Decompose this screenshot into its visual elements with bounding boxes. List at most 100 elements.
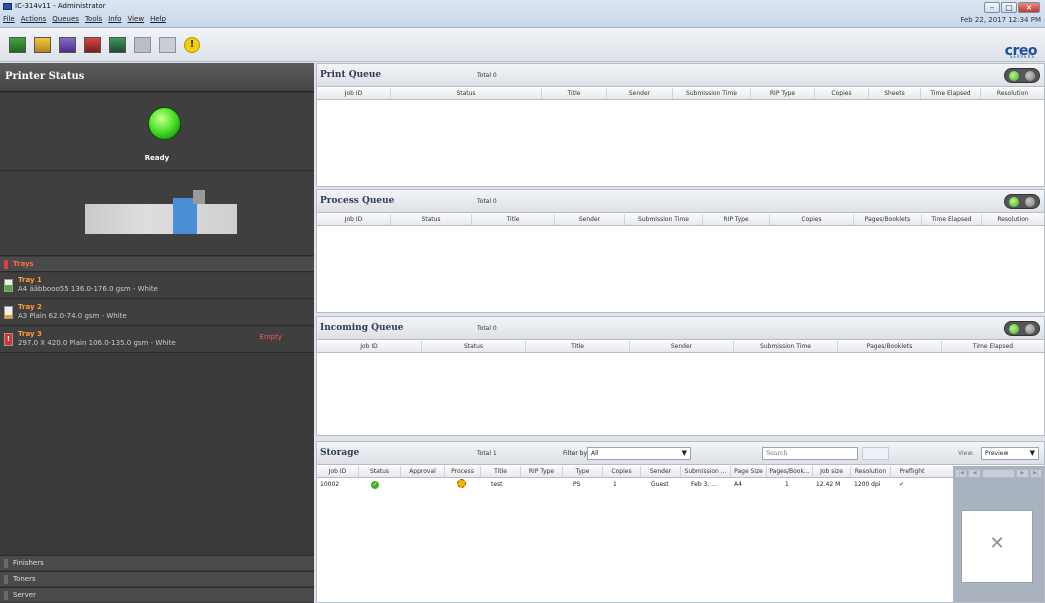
column-header[interactable]: Preflight xyxy=(891,466,933,477)
tray-item[interactable]: Tray 1 A4 ääbbooo55 136.0-176.0 gsm - Wh… xyxy=(0,273,314,299)
column-header[interactable]: Status xyxy=(391,88,542,99)
storage-icon[interactable] xyxy=(84,37,101,53)
datetime: Feb 22, 2017 12:34 PM xyxy=(960,16,1041,24)
search-input[interactable] xyxy=(762,447,858,460)
alert-icon[interactable]: ! xyxy=(184,37,200,53)
column-header[interactable]: Resolution xyxy=(982,214,1044,225)
column-header[interactable]: Job ID xyxy=(317,341,422,352)
column-header[interactable]: Job ID xyxy=(317,214,391,225)
column-header[interactable]: Sender xyxy=(641,466,681,477)
column-header[interactable]: Pages/Booklets xyxy=(838,341,942,352)
column-header[interactable]: Sender xyxy=(630,341,734,352)
column-header[interactable]: Pages/Book... xyxy=(767,466,813,477)
import-icon[interactable] xyxy=(9,37,26,53)
column-header[interactable]: RIP Type xyxy=(521,466,563,477)
ready-status-light-icon xyxy=(148,107,181,140)
maximize-button[interactable]: □ xyxy=(1001,2,1017,13)
finishers-section[interactable]: Finishers xyxy=(0,555,314,570)
view-select[interactable]: Preview ▼ xyxy=(981,447,1039,460)
menu-help[interactable]: Help xyxy=(150,15,166,23)
menu-file[interactable]: File xyxy=(3,15,15,23)
column-header[interactable]: Status xyxy=(359,466,401,477)
pause-icon xyxy=(1025,324,1035,334)
column-header[interactable]: Submission Time xyxy=(734,341,838,352)
printer-status-title: Printer Status xyxy=(5,71,85,82)
menu-info[interactable]: Info xyxy=(108,15,121,23)
column-header[interactable]: Title xyxy=(481,466,521,477)
server-label: Server xyxy=(13,591,36,599)
column-header[interactable]: Sender xyxy=(607,88,673,99)
column-header[interactable]: Job size xyxy=(813,466,851,477)
column-header[interactable]: Title xyxy=(472,214,555,225)
filter-select[interactable]: All ▼ xyxy=(587,447,691,460)
column-header[interactable]: Time Elapsed xyxy=(942,341,1044,352)
table-row[interactable]: 10002 ✓ test PS 1 Guest Feb 3, ... A4 1 … xyxy=(317,479,953,490)
column-header[interactable]: Submission Time xyxy=(673,88,751,99)
next-page-icon[interactable]: ▶ xyxy=(1016,469,1029,478)
cell-sender: Guest xyxy=(651,481,669,488)
column-header[interactable]: Title xyxy=(542,88,607,99)
tray-item[interactable]: ! Tray 3 297.0 X 420.0 Plain 106.0-135.0… xyxy=(0,327,314,353)
queue-manager-icon[interactable] xyxy=(59,37,76,53)
preflight-check-icon: ✔ xyxy=(899,481,905,488)
menu-view[interactable]: View xyxy=(127,15,144,23)
status-area: Ready xyxy=(0,93,314,171)
minimize-button[interactable]: – xyxy=(984,2,1000,13)
column-header[interactable]: Job ID xyxy=(317,466,359,477)
column-header[interactable]: Page Size xyxy=(731,466,767,477)
column-header[interactable]: Copies xyxy=(770,214,854,225)
trays-label: Trays xyxy=(13,260,34,268)
close-button[interactable]: × xyxy=(1018,2,1040,13)
column-header[interactable]: Job ID xyxy=(317,88,391,99)
storage-title: Storage xyxy=(320,448,360,458)
trays-header[interactable]: Trays xyxy=(0,257,314,272)
first-page-icon[interactable]: |◀ xyxy=(955,469,968,478)
menu-queues[interactable]: Queues xyxy=(52,15,79,23)
column-header[interactable]: Process xyxy=(445,466,481,477)
column-header[interactable]: Submission ... xyxy=(681,466,731,477)
column-header[interactable]: Sender xyxy=(555,214,625,225)
print-queue-columns: Job ID Status Title Sender Submission Ti… xyxy=(317,88,1044,100)
search-button[interactable] xyxy=(862,447,889,460)
column-header[interactable]: Approval xyxy=(401,466,445,477)
calibration-icon[interactable] xyxy=(109,37,126,53)
preview-pane: |◀ ◀ ▶ ▶| ✕ xyxy=(953,466,1044,602)
tray-item[interactable]: Tray 2 A3 Plain 62.0-74.0 gsm - White xyxy=(0,300,314,326)
cell-type: PS xyxy=(573,481,581,488)
printer-image[interactable] xyxy=(85,190,237,234)
toners-section[interactable]: Toners xyxy=(0,571,314,586)
tray-description: A3 Plain 62.0-74.0 gsm - White xyxy=(18,312,127,320)
cell-resolution: 1200 dpi xyxy=(854,481,881,488)
column-header[interactable]: Type xyxy=(563,466,603,477)
process-queue-toggle[interactable] xyxy=(1004,194,1040,209)
column-header[interactable]: Submission Time xyxy=(625,214,703,225)
menu-actions[interactable]: Actions xyxy=(21,15,47,23)
column-header[interactable]: Status xyxy=(391,214,472,225)
printer-icon[interactable] xyxy=(34,37,51,53)
preview-thumbnail[interactable]: ✕ xyxy=(961,510,1033,583)
cell-job-id: 10002 xyxy=(320,481,340,488)
column-header[interactable]: Pages/Booklets xyxy=(854,214,922,225)
column-header[interactable]: Resolution xyxy=(981,88,1044,99)
last-page-icon[interactable]: ▶| xyxy=(1029,469,1042,478)
disabled-tool-icon[interactable] xyxy=(134,37,151,53)
menu-tools[interactable]: Tools xyxy=(85,15,102,23)
column-header[interactable]: Title xyxy=(526,341,630,352)
print-queue-toggle[interactable] xyxy=(1004,68,1040,83)
column-header[interactable]: Status xyxy=(422,341,526,352)
column-header[interactable]: Time Elapsed xyxy=(921,88,981,99)
column-header[interactable]: Time Elapsed xyxy=(922,214,982,225)
creo-logo-subtext: SERVERS xyxy=(1009,54,1035,59)
column-header[interactable]: Resolution xyxy=(851,466,891,477)
column-header[interactable]: Sheets xyxy=(869,88,921,99)
cell-approval xyxy=(401,479,445,490)
column-header[interactable]: Copies xyxy=(815,88,869,99)
server-section[interactable]: Server xyxy=(0,587,314,602)
column-header[interactable]: Copies xyxy=(603,466,641,477)
incoming-queue-toggle[interactable] xyxy=(1004,321,1040,336)
job-center-icon[interactable] xyxy=(159,37,176,53)
tray-level-icon xyxy=(4,306,13,319)
column-header[interactable]: RIP Type xyxy=(751,88,815,99)
column-header[interactable]: RIP Type xyxy=(703,214,770,225)
prev-page-icon[interactable]: ◀ xyxy=(968,469,981,478)
